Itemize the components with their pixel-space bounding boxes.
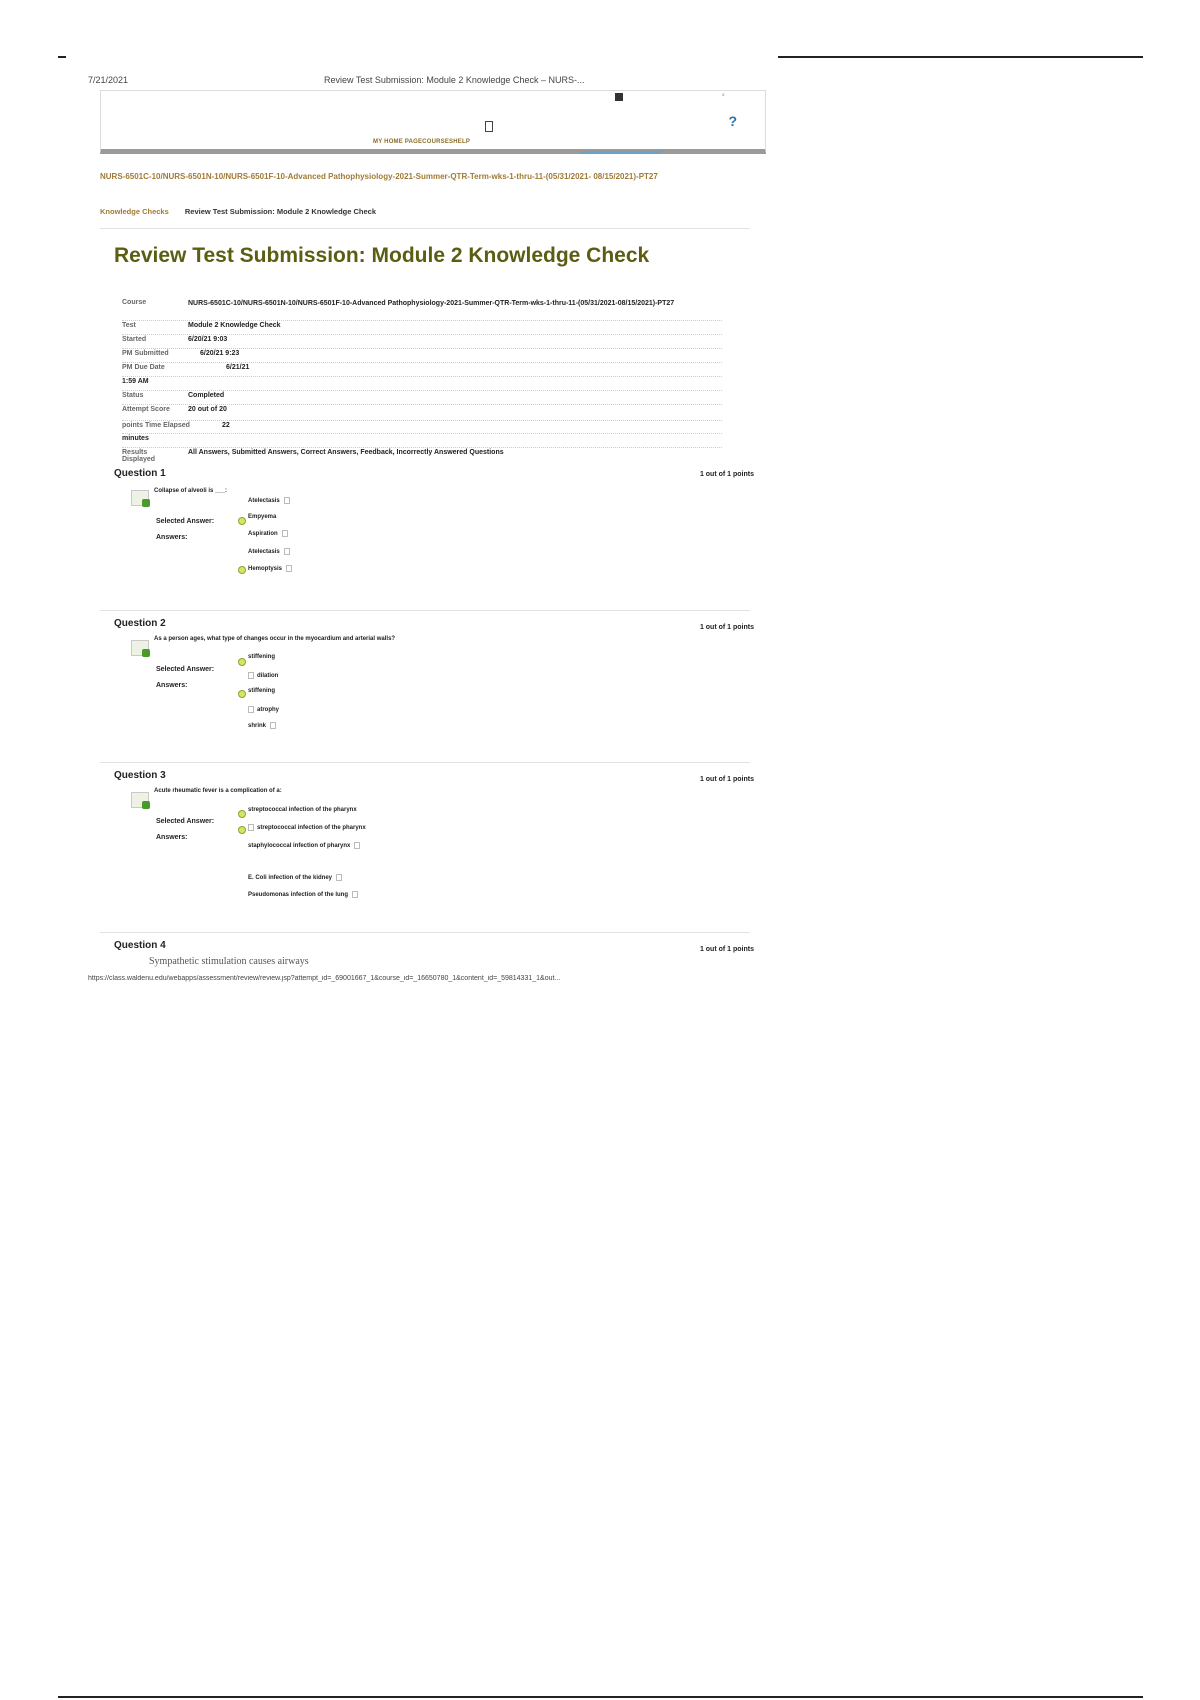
- question-points: 1 out of 1 points: [699, 946, 754, 953]
- detail-test: Test Module 2 Knowledge Check: [122, 321, 722, 335]
- answer-option: Pseudomonas infection of the lung: [248, 891, 359, 898]
- question-text: Collapse of alveoli is ___:: [154, 488, 228, 494]
- question-divider: [100, 610, 750, 611]
- answer-option: streptococcal infection of the pharynx: [248, 824, 366, 831]
- selected-check-icon: [238, 658, 246, 666]
- print-title: Review Test Submission: Module 2 Knowled…: [324, 75, 585, 85]
- answers-label: Answers:: [156, 682, 188, 689]
- detail-submitted: PM Submitted 6/20/21 9:23: [122, 349, 722, 363]
- detail-results-displayed: Results Displayed All Answers, Submitted…: [122, 449, 504, 463]
- answer-icon: [354, 842, 361, 849]
- question-2: Question 2 1 out of 1 points As a person…: [114, 618, 754, 768]
- question-divider: [100, 762, 750, 763]
- answer-icon: [270, 722, 277, 729]
- answer-icon: [352, 891, 359, 898]
- correct-check-icon: [238, 566, 246, 574]
- answers-label: Answers:: [156, 534, 188, 541]
- answer-option: streptococcal infection of the pharynx: [248, 807, 357, 813]
- detail-attempt-score: Attempt Score 20 out of 20: [122, 405, 722, 421]
- answer-icon: [283, 548, 290, 555]
- question-title: Question 1: [114, 468, 166, 479]
- selected-check-icon: [238, 517, 246, 525]
- answer-option: stiffening: [248, 654, 275, 660]
- answer-option: Empyema: [248, 514, 277, 520]
- question-points: 1 out of 1 points: [699, 776, 754, 783]
- selected-answer-label: Selected Answer:: [156, 818, 215, 825]
- correct-answer-icon: [131, 490, 150, 507]
- answer-icon: [248, 824, 254, 831]
- breadcrumb: Knowledge Checks Review Test Submission:…: [100, 207, 376, 216]
- breadcrumb-knowledge-checks[interactable]: Knowledge Checks: [100, 207, 169, 216]
- detail-status: Status Completed: [122, 391, 722, 405]
- answer-option: shrink: [248, 722, 277, 729]
- detail-course: Course NURS-6501C-10/NURS-6501N-10/NURS-…: [122, 298, 722, 321]
- question-points: 1 out of 1 points: [699, 471, 754, 478]
- nav-links[interactable]: MY HOME PAGECOURSESHELP: [373, 139, 470, 145]
- question-3: Question 3 1 out of 1 points Acute rheum…: [114, 770, 754, 930]
- home-icon[interactable]: [485, 121, 493, 132]
- question-1: Question 1 1 out of 1 points Collapse of…: [114, 468, 754, 618]
- detail-started: Started 6/20/21 9:03: [122, 335, 722, 349]
- answer-option: Atelectasis: [248, 497, 290, 504]
- answer-icon: [283, 497, 290, 504]
- answer-option: stiffening: [248, 688, 275, 694]
- detail-minutes: minutes: [122, 434, 722, 448]
- top-right-rule: [778, 56, 1143, 58]
- answer-option: atrophy: [248, 706, 279, 713]
- page-title: Review Test Submission: Module 2 Knowled…: [114, 244, 650, 267]
- selected-answer-label: Selected Answer:: [156, 518, 215, 525]
- selected-answer-label: Selected Answer:: [156, 666, 215, 673]
- detail-due-time: 1:59 AM: [122, 377, 722, 391]
- question-4: Question 4 1 out of 1 points Sympathetic…: [114, 940, 754, 980]
- question-text: Sympathetic stimulation causes airways: [149, 956, 309, 967]
- bottom-rule: [58, 1696, 1143, 1698]
- notification-icon[interactable]: [615, 93, 623, 101]
- question-title: Question 2: [114, 618, 166, 629]
- active-tab-indicator: [581, 151, 661, 154]
- top-left-rule: [58, 56, 66, 58]
- detail-due-date: PM Due Date 6/21/21: [122, 363, 722, 377]
- question-title: Question 4: [114, 940, 166, 951]
- answer-icon: [336, 874, 343, 881]
- question-text: Acute rheumatic fever is a complication …: [154, 788, 282, 794]
- answer-option: Hemoptysis: [248, 565, 293, 572]
- detail-time-elapsed: points Time Elapsed 22: [122, 421, 722, 434]
- correct-answer-icon: [131, 792, 150, 809]
- answer-option: dilation: [248, 672, 278, 679]
- answer-option: staphylococcal infection of pharynx: [248, 842, 361, 849]
- correct-answer-icon: [131, 640, 150, 657]
- answer-option: Aspiration: [248, 530, 288, 537]
- breadcrumb-current: Review Test Submission: Module 2 Knowled…: [184, 207, 377, 216]
- answer-option: E. Coli infection of the kidney: [248, 874, 343, 881]
- top-navigation-bar: × MY HOME PAGECOURSESHELP ?: [100, 90, 766, 154]
- document-sheet: × MY HOME PAGECOURSESHELP ? NURS-6501C-1…: [100, 90, 766, 967]
- print-footer-url: https://class.waldenu.edu/webapps/assess…: [88, 975, 561, 982]
- answer-icon: [248, 706, 254, 713]
- correct-check-icon: [238, 826, 246, 834]
- help-icon[interactable]: ?: [728, 113, 737, 129]
- correct-check-icon: [238, 690, 246, 698]
- question-text: As a person ages, what type of changes o…: [154, 636, 396, 642]
- question-points: 1 out of 1 points: [699, 624, 754, 631]
- question-divider: [100, 932, 750, 933]
- test-details: Course NURS-6501C-10/NURS-6501N-10/NURS-…: [122, 298, 722, 466]
- answer-icon: [281, 530, 288, 537]
- question-title: Question 3: [114, 770, 166, 781]
- header-divider: [100, 228, 750, 229]
- answer-icon: [286, 565, 293, 572]
- print-date: 7/21/2021: [88, 75, 129, 85]
- answer-option: Atelectasis: [248, 548, 290, 555]
- answers-label: Answers:: [156, 834, 188, 841]
- course-link[interactable]: NURS-6501C-10/NURS-6501N-10/NURS-6501F-1…: [100, 172, 680, 182]
- close-icon[interactable]: ×: [721, 93, 725, 99]
- answer-icon: [248, 672, 254, 679]
- selected-check-icon: [238, 810, 246, 818]
